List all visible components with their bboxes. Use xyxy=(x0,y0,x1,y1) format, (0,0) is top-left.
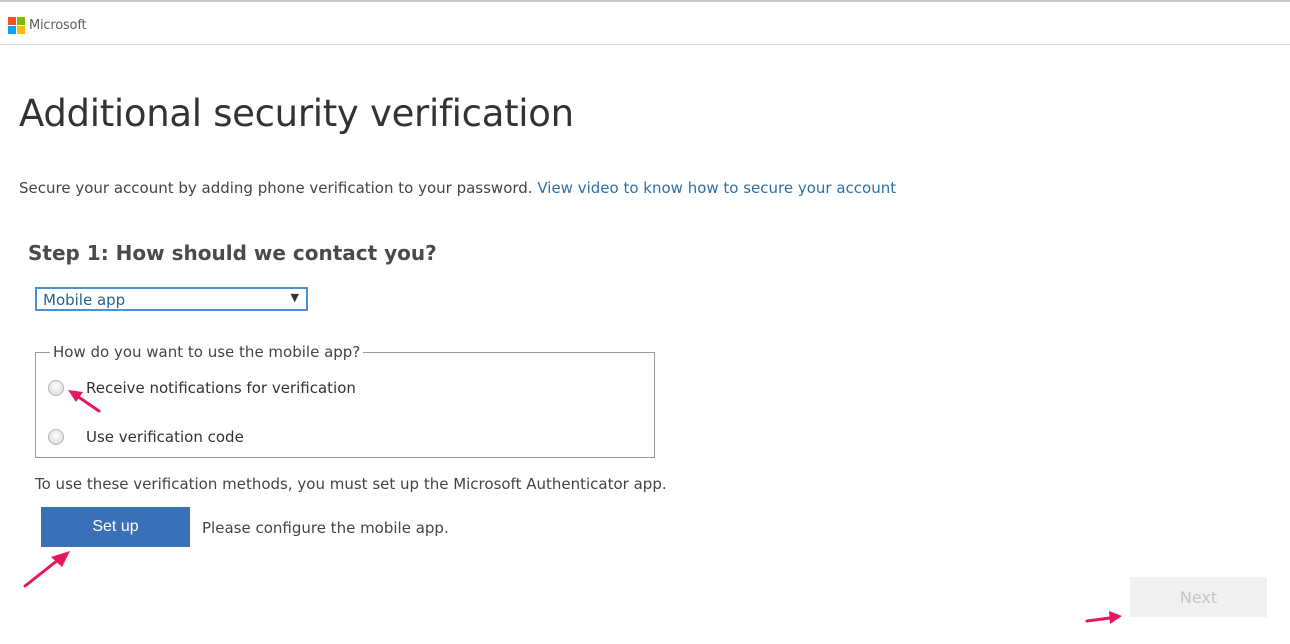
receive-notifications-label[interactable]: Receive notifications for verification xyxy=(86,379,356,397)
logo-square-red xyxy=(8,17,16,25)
contact-method-select[interactable]: Mobile app ▼ xyxy=(35,287,308,311)
page-title: Additional security verification xyxy=(19,92,574,135)
step-1-title: Step 1: How should we contact you? xyxy=(28,241,437,265)
logo-square-blue xyxy=(8,26,16,34)
dropdown-arrow-icon: ▼ xyxy=(290,291,299,304)
page-header: Microsoft xyxy=(0,2,1290,45)
mobile-app-options: How do you want to use the mobile app? R… xyxy=(35,343,655,458)
brand-name: Microsoft xyxy=(29,18,87,33)
intro-description: Secure your account by adding phone veri… xyxy=(19,179,533,197)
microsoft-logo: Microsoft xyxy=(8,17,87,34)
option-verification-code[interactable]: Use verification code xyxy=(48,428,244,446)
annotation-arrow-setup-icon xyxy=(23,551,70,588)
intro-text: Secure your account by adding phone veri… xyxy=(19,179,896,197)
microsoft-logo-icon xyxy=(8,17,25,34)
annotation-arrow-radio-icon xyxy=(68,390,101,413)
annotation-arrow-next-icon xyxy=(1085,611,1122,624)
contact-method-value: Mobile app xyxy=(43,291,126,309)
mobile-app-options-legend: How do you want to use the mobile app? xyxy=(50,343,364,361)
authenticator-note: To use these verification methods, you m… xyxy=(35,475,667,493)
receive-notifications-radio[interactable] xyxy=(48,380,64,396)
next-button[interactable]: Next xyxy=(1130,577,1267,617)
logo-square-yellow xyxy=(17,26,25,34)
logo-square-green xyxy=(17,17,25,25)
view-video-link[interactable]: View video to know how to secure your ac… xyxy=(537,179,896,197)
set-up-button[interactable]: Set up xyxy=(41,507,190,547)
verification-code-label[interactable]: Use verification code xyxy=(86,428,244,446)
verification-code-radio[interactable] xyxy=(48,429,64,445)
configure-status-text: Please configure the mobile app. xyxy=(202,519,449,537)
